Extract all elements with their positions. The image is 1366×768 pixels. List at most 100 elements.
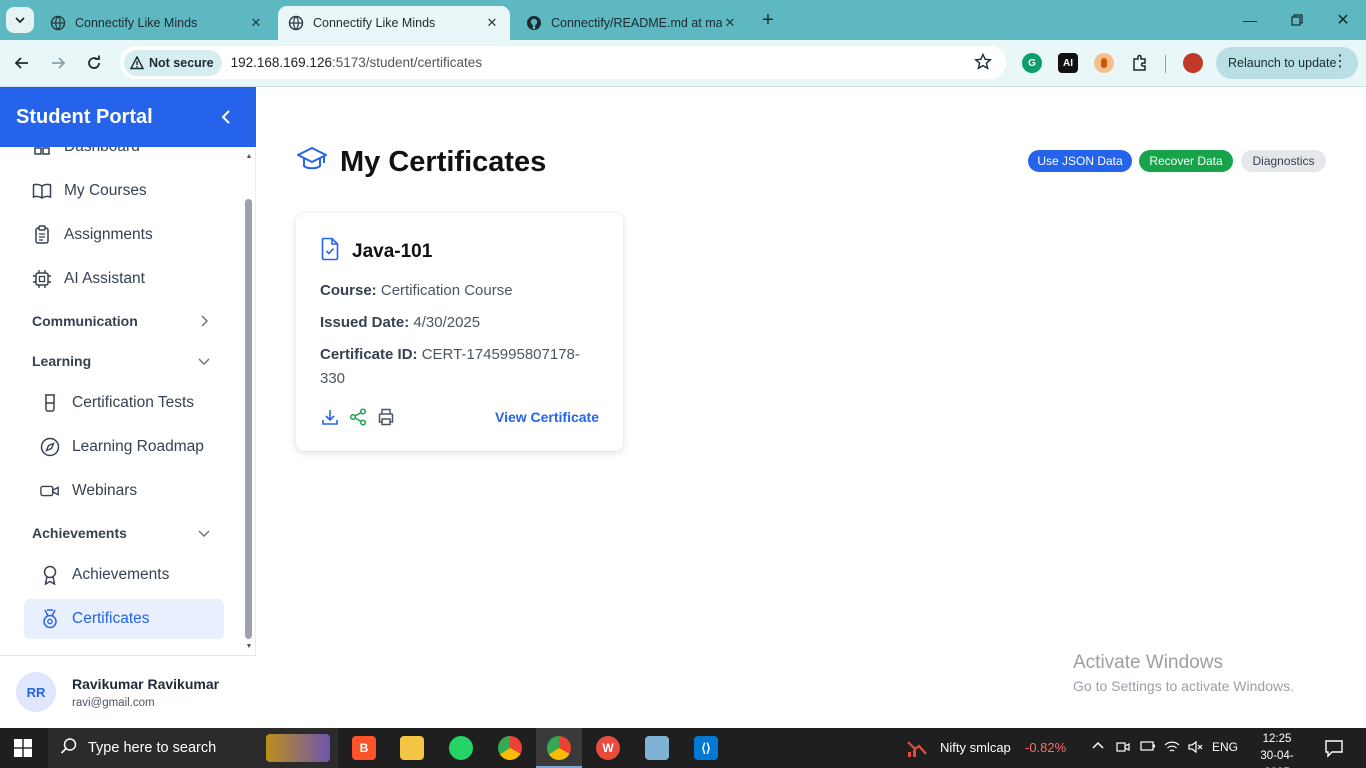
book-icon <box>32 181 52 201</box>
scroll-up-arrow-icon[interactable]: ▲ <box>244 151 254 161</box>
recover-data-button[interactable]: Recover Data <box>1139 150 1233 172</box>
extension-icon[interactable] <box>1094 53 1114 73</box>
sidebar-item-ai-assistant[interactable]: AI Assistant <box>24 259 224 299</box>
sidebar: Student Portal Dashboard My Courses Assi… <box>0 87 256 728</box>
toolbar-divider <box>1165 55 1166 73</box>
chevron-left-icon[interactable] <box>218 107 234 127</box>
windows-start-icon[interactable] <box>14 739 32 757</box>
url-text: 192.168.169.126:5173/student/certificate… <box>231 55 482 70</box>
cpu-icon <box>32 269 52 289</box>
video-icon <box>40 481 60 501</box>
back-arrow-icon[interactable] <box>11 52 33 74</box>
puzzle-extensions-icon[interactable] <box>1130 53 1150 73</box>
wifi-icon[interactable] <box>1164 740 1180 757</box>
chrome-icon[interactable] <box>498 736 522 760</box>
scrollbar-thumb[interactable] <box>245 199 252 639</box>
meet-now-icon[interactable] <box>1116 740 1130 757</box>
sidebar-item-learning-roadmap[interactable]: Learning Roadmap <box>24 427 224 467</box>
scroll-down-arrow-icon[interactable]: ▼ <box>244 641 254 651</box>
sidebar-section-communication[interactable]: Communication <box>32 309 212 333</box>
clock-date: 30-04-2025 <box>1260 750 1294 768</box>
ticker-name[interactable]: Nifty smlcap <box>940 740 1011 755</box>
chevron-up-icon[interactable] <box>1092 740 1104 755</box>
page-title: My Certificates <box>340 146 547 178</box>
windows-taskbar: Type here to search B W ⟨⟩ Nifty smlcap … <box>0 728 1366 768</box>
vscode-icon[interactable]: ⟨⟩ <box>694 736 718 760</box>
sidebar-section-achievements[interactable]: Achievements <box>32 521 212 545</box>
restore-icon[interactable] <box>1287 10 1307 30</box>
tab-search-button[interactable] <box>6 7 34 33</box>
file-explorer-icon[interactable] <box>400 736 424 760</box>
whatsapp-icon[interactable] <box>449 736 473 760</box>
sidebar-item-dashboard[interactable]: Dashboard <box>24 147 224 167</box>
browser-tab-active[interactable]: Connectify Like Minds ✕ <box>278 6 510 40</box>
new-tab-button[interactable]: + <box>758 9 778 31</box>
ai-extension-icon[interactable]: AI <box>1058 53 1078 73</box>
browser-tab[interactable]: Connectify/README.md at mai ✕ <box>516 6 748 40</box>
close-icon[interactable]: ✕ <box>722 15 738 31</box>
download-icon[interactable] <box>320 407 340 427</box>
close-icon[interactable]: ✕ <box>248 15 264 31</box>
browser-toolbar: Not secure 192.168.169.126:5173/student/… <box>0 40 1366 87</box>
dashboard-icon <box>32 147 52 157</box>
reload-icon[interactable] <box>83 52 105 74</box>
window-close-icon[interactable]: ✕ <box>1333 10 1353 30</box>
view-certificate-link[interactable]: View Certificate <box>495 409 599 425</box>
compass-icon <box>40 437 60 457</box>
main-content: My Certificates Use JSON Data Recover Da… <box>256 87 1366 728</box>
user-profile[interactable]: RR Ravikumar Ravikumar ravi@gmail.com <box>0 655 256 728</box>
sidebar-item-webinars[interactable]: Webinars <box>24 471 224 511</box>
sidebar-item-my-courses[interactable]: My Courses <box>24 171 224 211</box>
file-check-icon <box>320 237 340 266</box>
sidebar-item-label: Certification Tests <box>72 394 195 411</box>
notification-icon[interactable] <box>1324 738 1344 758</box>
close-icon[interactable]: ✕ <box>484 15 500 31</box>
browser-tab[interactable]: Connectify Like Minds ✕ <box>40 6 274 40</box>
diagnostics-button[interactable]: Diagnostics <box>1241 150 1326 172</box>
ticker-change: -0.82% <box>1025 740 1067 755</box>
brave-browser-icon[interactable]: B <box>352 736 376 760</box>
sidebar-item-certification-tests[interactable]: Certification Tests <box>24 383 224 423</box>
course-value: Certification Course <box>380 282 513 299</box>
sidebar-item-label: My Courses <box>64 182 147 199</box>
notepad-icon[interactable] <box>645 736 669 760</box>
more-vertical-icon[interactable]: ⋮ <box>1332 53 1348 71</box>
forward-arrow-icon[interactable] <box>47 52 69 74</box>
sidebar-scrollbar[interactable]: ▲ ▼ <box>244 147 254 655</box>
taskbar-search-box[interactable]: Type here to search <box>48 728 338 768</box>
certificate-id-label: Certificate ID: <box>320 346 418 363</box>
chevron-down-icon <box>15 17 25 24</box>
sidebar-header: Student Portal <box>0 87 256 147</box>
beaker-icon <box>40 393 60 413</box>
bookmark-star-icon[interactable] <box>974 52 992 76</box>
share-icon[interactable] <box>348 407 368 427</box>
sidebar-item-achievements[interactable]: Achievements <box>24 555 224 595</box>
relaunch-button[interactable]: Relaunch to update ⋮ <box>1216 47 1358 79</box>
issued-value: 4/30/2025 <box>413 314 481 331</box>
use-json-data-button[interactable]: Use JSON Data <box>1028 150 1132 172</box>
search-icon <box>60 737 78 759</box>
github-icon <box>526 15 542 31</box>
section-label: Communication <box>32 313 138 329</box>
sidebar-section-learning[interactable]: Learning <box>32 349 212 373</box>
sidebar-item-assignments[interactable]: Assignments <box>24 215 224 255</box>
language-indicator[interactable]: ENG <box>1212 740 1238 754</box>
profile-avatar-icon[interactable] <box>1183 53 1203 73</box>
system-clock[interactable]: 12:25 30-04-2025 <box>1248 731 1306 768</box>
globe-icon <box>50 15 66 31</box>
battery-icon[interactable] <box>1140 740 1156 755</box>
page-header: My Certificates <box>296 145 546 180</box>
sidebar-item-certificates[interactable]: Certificates <box>24 599 224 639</box>
clock-time: 12:25 <box>1262 733 1292 745</box>
windows-activation-watermark: Activate Windows Go to Settings to activ… <box>1073 652 1294 694</box>
speaker-muted-icon[interactable] <box>1188 740 1204 757</box>
certificate-title: Java-101 <box>352 240 433 262</box>
address-bar[interactable]: Not secure 192.168.169.126:5173/student/… <box>120 46 1006 79</box>
chrome-active-icon[interactable] <box>547 736 571 760</box>
security-chip[interactable]: Not secure <box>124 49 222 76</box>
wps-office-icon[interactable]: W <box>596 736 620 760</box>
grammarly-extension-icon[interactable]: G <box>1022 53 1042 73</box>
chevron-right-icon <box>196 313 212 329</box>
minimize-icon[interactable]: — <box>1240 10 1260 30</box>
printer-icon[interactable] <box>376 407 396 427</box>
